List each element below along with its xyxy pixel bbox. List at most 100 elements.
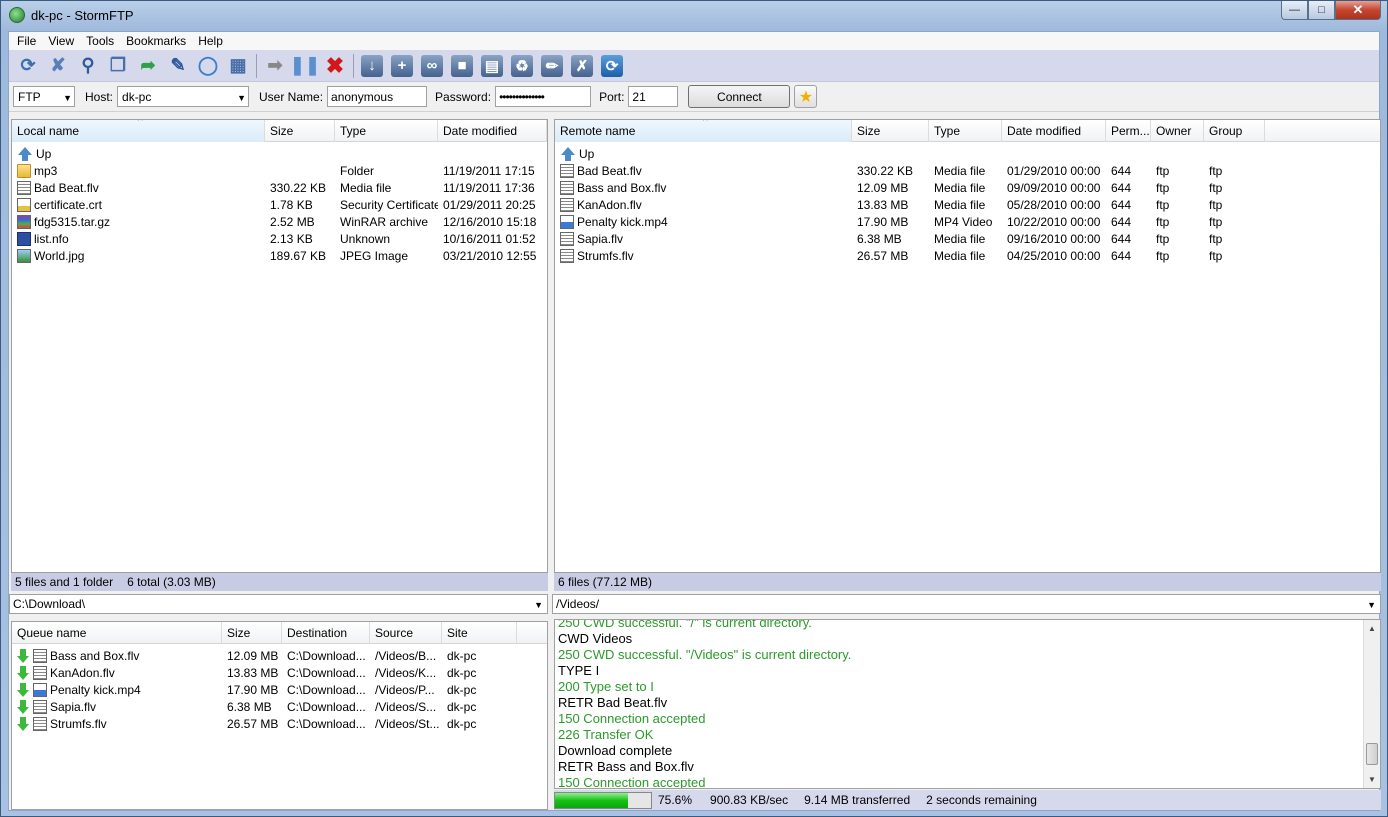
folder-icon[interactable]: ■ xyxy=(447,52,477,80)
file-row[interactable]: mp3 Folder 11/19/2011 17:15 xyxy=(12,162,547,179)
col-remote-name[interactable]: Remote name xyxy=(555,120,852,142)
file-row[interactable]: Sapia.flv 6.38 MB Media file 09/16/2010 00:… xyxy=(555,230,1380,247)
sync-icon[interactable]: ➦ xyxy=(133,52,163,80)
menu-view[interactable]: View xyxy=(42,34,80,48)
col-date-modified[interactable]: Date modified xyxy=(438,120,547,142)
queue-size: 13.83 MB xyxy=(222,666,282,680)
link-icon[interactable]: ∞ xyxy=(417,52,447,80)
file-row[interactable]: certificate.crt 1.78 KB Security Certifica… xyxy=(12,196,547,213)
col-permissions[interactable]: Perm... xyxy=(1106,120,1151,142)
download-icon[interactable]: ↓ xyxy=(357,52,387,80)
delete-icon[interactable]: ♻ xyxy=(507,52,537,80)
file-row[interactable]: Up xyxy=(555,145,1380,162)
scroll-thumb[interactable] xyxy=(1366,743,1378,765)
file-row[interactable]: KanAdon.flv 13.83 MB Media file 05/28/2010 … xyxy=(555,196,1380,213)
col-local-name[interactable]: Local name xyxy=(12,120,265,142)
refresh-folder-icon[interactable]: ⟳ xyxy=(597,52,627,80)
file-date: 01/29/2011 20:25 xyxy=(438,198,547,212)
port-field[interactable]: 21 xyxy=(628,86,679,107)
file-row[interactable]: fdg5315.tar.gz 2.52 MB WinRAR archive 12/16… xyxy=(12,213,547,230)
file-date-text: 11/19/2011 17:36 xyxy=(443,180,535,195)
menu-help[interactable]: Help xyxy=(192,34,229,48)
minimize-button[interactable]: — xyxy=(1281,1,1308,20)
file-group: ftp xyxy=(1204,249,1265,263)
file-row[interactable]: Bad Beat.flv 330.22 KB Media file 11/19/201… xyxy=(12,179,547,196)
col-site[interactable]: Site xyxy=(442,622,517,644)
stop-icon[interactable]: ✖ xyxy=(320,52,350,80)
queue-site-text: dk-pc xyxy=(447,665,477,680)
col-queue-name[interactable]: Queue name xyxy=(12,622,222,644)
add-icon[interactable]: + xyxy=(387,52,417,80)
chevron-down-icon: ▼ xyxy=(1367,600,1376,610)
host-field[interactable]: dk-pc ▼ xyxy=(117,86,250,107)
title-bar[interactable]: dk-pc - StormFTP — □ ✕ xyxy=(1,1,1387,29)
file-name-text: World.jpg xyxy=(34,248,85,263)
connect-button[interactable]: Connect xyxy=(688,85,791,108)
file-owner: ftp xyxy=(1151,164,1204,178)
file-row[interactable]: Bass and Box.flv 12.09 MB Media file 09/09/… xyxy=(555,179,1380,196)
col-group[interactable]: Group xyxy=(1204,120,1265,142)
lifebuoy-icon[interactable]: ◯ xyxy=(193,52,223,80)
scroll-up-icon[interactable]: ▲ xyxy=(1364,620,1380,637)
queue-item[interactable]: Penalty kick.mp4 17.90 MB C:\Download... /V… xyxy=(12,681,547,698)
file-row[interactable]: Strumfs.flv 26.57 MB Media file 04/25/2010 … xyxy=(555,247,1380,264)
queue-destination: C:\Download... xyxy=(282,649,370,663)
remote-path-combo[interactable]: /Videos/ ▼ xyxy=(552,594,1381,614)
properties-icon[interactable]: ▤ xyxy=(477,52,507,80)
queue-item[interactable]: KanAdon.flv 13.83 MB C:\Download... /Videos… xyxy=(12,664,547,681)
media-file-icon xyxy=(33,665,47,680)
local-path-combo[interactable]: C:\Download\ ▼ xyxy=(9,594,548,614)
queue-size-text: 6.38 MB xyxy=(227,699,272,714)
copy-icon[interactable]: ❐ xyxy=(103,52,133,80)
queue-item[interactable]: Bass and Box.flv 12.09 MB C:\Download... /V… xyxy=(12,647,547,664)
star-icon[interactable]: ★ xyxy=(794,85,818,108)
queue-item[interactable]: Strumfs.flv 26.57 MB C:\Download... /Videos… xyxy=(12,715,547,732)
pause-icon[interactable]: ❚❚ xyxy=(290,52,320,80)
queue-destination: C:\Download... xyxy=(282,717,370,731)
queue-item[interactable]: Sapia.flv 6.38 MB C:\Download... /Videos/S.… xyxy=(12,698,547,715)
menu-tools[interactable]: Tools xyxy=(80,34,120,48)
log-panel[interactable]: 250 CWD successful. "/" is current direc… xyxy=(554,619,1381,789)
tools-icon[interactable]: ✗ xyxy=(567,52,597,80)
file-row[interactable]: Bad Beat.flv 330.22 KB Media file 01/29/201… xyxy=(555,162,1380,179)
file-row[interactable]: Up xyxy=(12,145,547,162)
username-field[interactable]: anonymous xyxy=(327,86,428,107)
rename-icon[interactable]: ✏ xyxy=(537,52,567,80)
scroll-down-icon[interactable]: ▼ xyxy=(1364,771,1380,788)
close-button[interactable]: ✕ xyxy=(1335,1,1381,20)
col-source[interactable]: Source xyxy=(370,622,442,644)
file-row[interactable]: list.nfo 2.13 KB Unknown 10/16/2011 01:52 xyxy=(12,230,547,247)
queue-source-text: /Videos/S... xyxy=(375,699,437,714)
queue-name: KanAdon.flv xyxy=(12,665,222,680)
refresh-icon[interactable]: ⟳ xyxy=(13,52,43,80)
file-date-text: 09/09/2010 00:00 xyxy=(1007,180,1101,195)
disconnect-icon[interactable]: ✘ xyxy=(43,52,73,80)
progress-fill xyxy=(555,792,628,808)
maximize-button[interactable]: □ xyxy=(1308,1,1335,20)
arrow-right-icon[interactable]: ➡ xyxy=(260,52,290,80)
log-scrollbar[interactable]: ▲ ▼ xyxy=(1363,620,1380,788)
col-date-modified[interactable]: Date modified xyxy=(1002,120,1106,142)
col-type[interactable]: Type xyxy=(335,120,438,142)
col-owner[interactable]: Owner xyxy=(1151,120,1204,142)
col-size[interactable]: Size xyxy=(265,120,335,142)
file-perm: 644 xyxy=(1106,249,1151,263)
file-row[interactable]: Penalty kick.mp4 17.90 MB MP4 Video 10/22/2… xyxy=(555,213,1380,230)
window-icon[interactable]: ▦ xyxy=(223,52,253,80)
local-path-value: C:\Download\ xyxy=(13,597,86,611)
file-date: 11/19/2011 17:36 xyxy=(438,181,547,195)
menu-bookmarks[interactable]: Bookmarks xyxy=(120,34,192,48)
col-type[interactable]: Type xyxy=(929,120,1002,142)
col-size[interactable]: Size xyxy=(852,120,929,142)
edit-icon[interactable]: ✎ xyxy=(163,52,193,80)
password-field[interactable]: •••••••••••••• xyxy=(495,86,592,107)
password-value: •••••••••••••• xyxy=(499,89,545,104)
queue-source-text: /Videos/B... xyxy=(375,648,437,663)
protocol-select[interactable]: FTP ▼ xyxy=(13,86,75,107)
col-destination[interactable]: Destination xyxy=(282,622,370,644)
menu-file[interactable]: File xyxy=(11,34,42,48)
file-owner-text: ftp xyxy=(1156,214,1170,229)
file-row[interactable]: World.jpg 189.67 KB JPEG Image 03/21/2010 1… xyxy=(12,247,547,264)
search-icon[interactable]: ⚲ xyxy=(73,52,103,80)
col-size[interactable]: Size xyxy=(222,622,282,644)
